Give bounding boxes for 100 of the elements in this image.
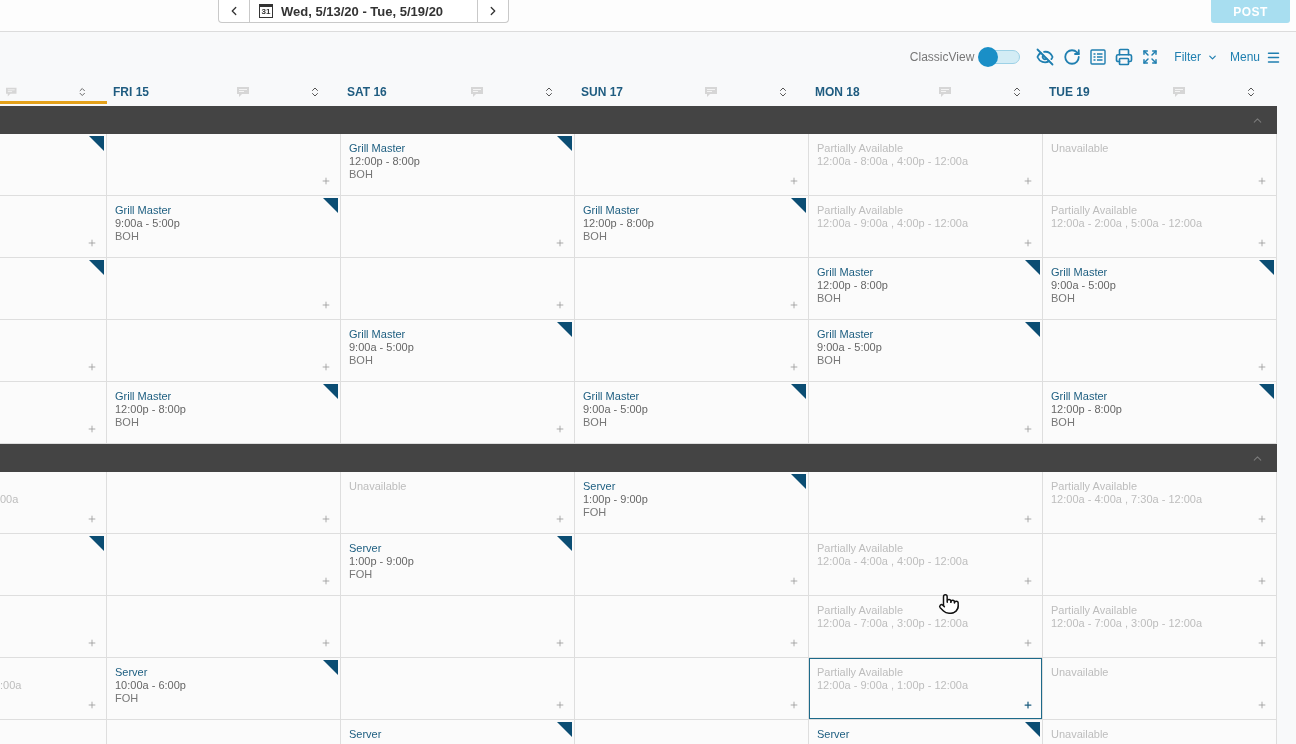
- comment-icon[interactable]: [237, 86, 249, 97]
- plus-icon[interactable]: [87, 638, 97, 648]
- sort-icon[interactable]: [543, 85, 555, 98]
- comment-icon[interactable]: [705, 86, 717, 97]
- plus-icon[interactable]: [789, 576, 799, 586]
- plus-icon[interactable]: [1257, 700, 1267, 710]
- comment-icon[interactable]: [471, 86, 483, 97]
- plus-icon[interactable]: [789, 638, 799, 648]
- schedule-cell[interactable]: [575, 596, 809, 658]
- schedule-cell[interactable]: [107, 258, 341, 320]
- plus-icon[interactable]: [87, 424, 97, 434]
- schedule-cell[interactable]: [107, 596, 341, 658]
- plus-icon[interactable]: [789, 362, 799, 372]
- plus-icon[interactable]: [321, 576, 331, 586]
- refresh-icon[interactable]: [1063, 48, 1082, 66]
- schedule-cell[interactable]: [575, 134, 809, 196]
- schedule-cell[interactable]: [809, 382, 1043, 444]
- schedule-cell[interactable]: [1043, 534, 1277, 596]
- plus-icon[interactable]: [1257, 238, 1267, 248]
- plus-icon[interactable]: [789, 700, 799, 710]
- schedule-cell[interactable]: [1043, 320, 1277, 382]
- schedule-cell[interactable]: [341, 382, 575, 444]
- plus-icon[interactable]: [555, 424, 565, 434]
- plus-icon[interactable]: [1023, 514, 1033, 524]
- plus-icon[interactable]: [555, 300, 565, 310]
- schedule-cell[interactable]: Grill Master 12:00p - 8:00p BOH: [341, 134, 575, 196]
- schedule-cell[interactable]: Grill Master 9:00a - 5:00p BOH: [1043, 258, 1277, 320]
- menu-button[interactable]: Menu: [1229, 49, 1281, 65]
- sort-icon[interactable]: [76, 85, 87, 98]
- filter-button[interactable]: Filter: [1174, 50, 1218, 64]
- schedule-cell[interactable]: Server 10:00a - 6:00p FOH: [107, 658, 341, 720]
- plus-icon[interactable]: [555, 700, 565, 710]
- toggle-switch[interactable]: [979, 48, 1021, 66]
- plus-icon[interactable]: [1023, 238, 1033, 248]
- eye-off-icon[interactable]: [1036, 48, 1055, 66]
- schedule-cell[interactable]: [107, 534, 341, 596]
- plus-icon[interactable]: [1257, 638, 1267, 648]
- plus-icon[interactable]: [789, 176, 799, 186]
- plus-icon[interactable]: [321, 176, 331, 186]
- schedule-cell[interactable]: [575, 258, 809, 320]
- plus-icon[interactable]: [87, 362, 97, 372]
- plus-icon[interactable]: [1023, 424, 1033, 434]
- schedule-cell[interactable]: [575, 534, 809, 596]
- schedule-cell[interactable]: Grill Master 9:00a - 5:00p BOH: [809, 320, 1043, 382]
- schedule-cell[interactable]: [0, 320, 107, 382]
- plus-icon[interactable]: [789, 300, 799, 310]
- schedule-cell[interactable]: [575, 320, 809, 382]
- schedule-cell[interactable]: [0, 258, 107, 320]
- schedule-cell[interactable]: [575, 658, 809, 720]
- schedule-cell[interactable]: [341, 258, 575, 320]
- plus-icon[interactable]: [87, 700, 97, 710]
- schedule-cell[interactable]: Grill Master 12:00p - 8:00p BOH: [809, 258, 1043, 320]
- schedule-cell[interactable]: Server 1:00p - 9:00p FOH: [575, 472, 809, 534]
- schedule-cell[interactable]: [809, 472, 1043, 534]
- plus-icon[interactable]: [321, 300, 331, 310]
- plus-icon[interactable]: [1257, 576, 1267, 586]
- sort-icon[interactable]: [1245, 85, 1257, 98]
- plus-icon[interactable]: [555, 514, 565, 524]
- schedule-cell[interactable]: [0, 534, 107, 596]
- schedule-cell[interactable]: [0, 596, 107, 658]
- printer-icon[interactable]: [1115, 48, 1134, 66]
- plus-icon[interactable]: [1257, 362, 1267, 372]
- plus-icon[interactable]: [321, 362, 331, 372]
- plus-icon[interactable]: [1257, 514, 1267, 524]
- schedule-cell[interactable]: [107, 320, 341, 382]
- plus-icon[interactable]: [321, 514, 331, 524]
- sort-icon[interactable]: [777, 85, 789, 98]
- expand-icon[interactable]: [1142, 49, 1159, 65]
- schedule-cell[interactable]: Grill Master 9:00a - 5:00p BOH: [575, 382, 809, 444]
- schedule-cell[interactable]: [341, 196, 575, 258]
- list-icon[interactable]: [1090, 49, 1107, 65]
- schedule-cell[interactable]: [341, 658, 575, 720]
- schedule-cell[interactable]: [0, 134, 107, 196]
- schedule-cell[interactable]: Grill Master 9:00a - 5:00p BOH: [341, 320, 575, 382]
- plus-icon[interactable]: [1257, 176, 1267, 186]
- comment-icon[interactable]: [1173, 86, 1185, 97]
- schedule-cell[interactable]: [341, 596, 575, 658]
- plus-icon[interactable]: [321, 638, 331, 648]
- schedule-cell[interactable]: [0, 196, 107, 258]
- schedule-cell[interactable]: Grill Master 12:00p - 8:00p BOH: [107, 382, 341, 444]
- schedule-cell[interactable]: [107, 134, 341, 196]
- plus-icon[interactable]: [555, 638, 565, 648]
- plus-icon[interactable]: [1023, 700, 1033, 710]
- shift-role: Server: [349, 542, 383, 555]
- plus-icon[interactable]: [1023, 576, 1033, 586]
- plus-icon[interactable]: [87, 238, 97, 248]
- plus-icon[interactable]: [555, 238, 565, 248]
- comment-icon[interactable]: [939, 86, 951, 97]
- schedule-cell[interactable]: Server 1:00p - 9:00p FOH: [341, 534, 575, 596]
- plus-icon[interactable]: [1023, 176, 1033, 186]
- plus-icon[interactable]: [87, 514, 97, 524]
- schedule-cell[interactable]: [0, 382, 107, 444]
- sort-icon[interactable]: [1011, 85, 1023, 98]
- plus-icon[interactable]: [1023, 638, 1033, 648]
- comment-icon[interactable]: [6, 86, 17, 97]
- sort-icon[interactable]: [309, 85, 321, 98]
- schedule-cell[interactable]: Grill Master 12:00p - 8:00p BOH: [1043, 382, 1277, 444]
- schedule-cell[interactable]: Grill Master 12:00p - 8:00p BOH: [575, 196, 809, 258]
- schedule-cell[interactable]: [107, 472, 341, 534]
- schedule-cell[interactable]: Grill Master 9:00a - 5:00p BOH: [107, 196, 341, 258]
